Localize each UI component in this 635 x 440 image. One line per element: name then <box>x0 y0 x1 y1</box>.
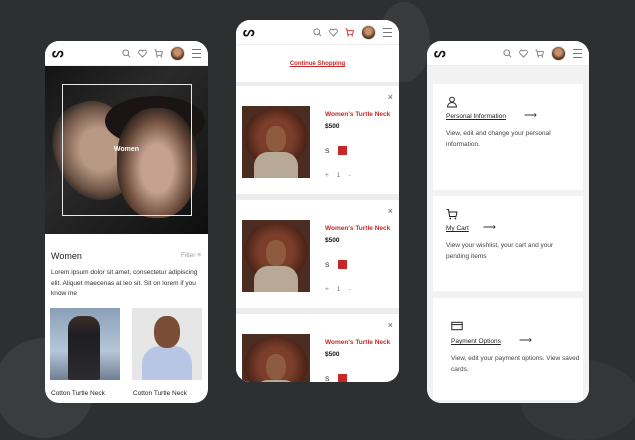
product-image[interactable] <box>242 334 310 382</box>
top-bar: ᔕ <box>45 41 208 66</box>
product-price: $500 <box>325 123 340 130</box>
logo[interactable]: ᔕ <box>52 45 64 61</box>
plus-button[interactable]: + <box>325 172 337 179</box>
close-icon[interactable]: × <box>388 92 393 102</box>
close-icon[interactable]: × <box>388 320 393 330</box>
cart-item: Women's Turtle Neck $500 S +1- × <box>236 86 399 194</box>
product-image[interactable] <box>242 106 310 178</box>
search-icon[interactable] <box>503 48 512 58</box>
top-bar: ᔕ <box>236 20 399 45</box>
product-image[interactable] <box>132 308 202 380</box>
account-card-cart[interactable]: My Cart ⟶ View your wishlist, your cart … <box>433 196 583 291</box>
avatar[interactable] <box>170 45 185 61</box>
size-label: S <box>325 148 330 155</box>
card-description: View, edit and change your personal info… <box>446 130 551 148</box>
phone-category-screen: ᔕ Women Women Filter ≡ Lorem ipsum dolor… <box>45 41 208 403</box>
avatar[interactable] <box>551 45 566 61</box>
heart-icon[interactable] <box>519 49 528 58</box>
color-swatch[interactable] <box>338 146 347 155</box>
account-card-personal[interactable]: Personal Information ⟶ View, edit and ch… <box>433 84 583 190</box>
product-price: $500 <box>325 351 340 358</box>
product-name[interactable]: Cotton Turtle Neck <box>51 390 105 397</box>
product-name[interactable]: Women's Turtle Neck <box>325 111 390 118</box>
close-icon[interactable]: × <box>388 206 393 216</box>
quantity-value: 1 <box>336 286 349 293</box>
user-icon <box>446 96 458 108</box>
arrow-right-icon[interactable]: ⟶ <box>519 335 532 346</box>
product-price: $500 <box>325 237 340 244</box>
menu-icon[interactable] <box>383 27 392 37</box>
account-card-payment[interactable]: Payment Options ⟶ View, edit your paymen… <box>433 298 583 400</box>
cart-list: Women's Turtle Neck $500 S +1- × Women's… <box>236 82 399 382</box>
product-image[interactable] <box>50 308 120 380</box>
search-icon[interactable] <box>313 27 322 37</box>
product-name[interactable]: Women's Turtle Neck <box>325 339 390 346</box>
filter-button[interactable]: Filter ≡ <box>181 252 201 259</box>
card-title[interactable]: My Cart <box>446 225 469 232</box>
search-icon[interactable] <box>122 48 131 58</box>
card-icon <box>451 321 463 331</box>
logo[interactable]: ᔕ <box>243 24 255 40</box>
avatar[interactable] <box>361 24 376 40</box>
color-swatch[interactable] <box>338 374 347 382</box>
filter-icon: ≡ <box>197 252 201 259</box>
cart-item: Women's Turtle Neck $500 S × <box>236 314 399 382</box>
minus-button[interactable]: - <box>348 172 358 179</box>
section-description: Lorem ipsum dolor sit amet, consectetur … <box>51 269 198 297</box>
filter-label: Filter <box>180 252 196 259</box>
minus-button[interactable]: - <box>348 286 358 293</box>
color-swatch[interactable] <box>338 260 347 269</box>
menu-icon[interactable] <box>573 48 582 58</box>
product-name[interactable]: Cotton Turtle Neck <box>133 390 187 397</box>
phone-account-screen: ᔕ Personal Information ⟶ View, edit and … <box>427 41 589 403</box>
quantity-stepper[interactable]: +1- <box>325 286 359 293</box>
cart-item: Women's Turtle Neck $500 S +1- × <box>236 200 399 308</box>
heart-icon[interactable] <box>138 49 147 58</box>
cart-icon[interactable] <box>345 27 354 37</box>
cart-icon <box>446 209 458 220</box>
product-image[interactable] <box>242 220 310 292</box>
card-title[interactable]: Personal Information <box>446 113 506 120</box>
section-title: Women <box>51 251 82 261</box>
cart-icon[interactable] <box>535 48 544 58</box>
card-description: View, edit your payment options. View sa… <box>451 355 580 373</box>
top-bar: ᔕ <box>427 41 589 66</box>
menu-icon[interactable] <box>192 48 201 58</box>
phone-cart-screen: ᔕ Continue Shopping Women's Turtle Neck … <box>236 20 399 382</box>
card-description: View your wishlist, your cart and your p… <box>446 242 554 260</box>
size-label: S <box>325 262 330 269</box>
arrow-right-icon[interactable]: ⟶ <box>524 110 537 121</box>
hero-image[interactable]: Women <box>45 66 208 234</box>
arrow-right-icon[interactable]: ⟶ <box>483 222 496 233</box>
heart-icon[interactable] <box>329 28 338 37</box>
card-title[interactable]: Payment Options <box>451 338 501 345</box>
hero-label: Women <box>113 146 140 153</box>
plus-button[interactable]: + <box>325 286 337 293</box>
cart-icon[interactable] <box>154 48 163 58</box>
account-options: Personal Information ⟶ View, edit and ch… <box>427 66 589 403</box>
size-label: S <box>325 376 330 382</box>
quantity-stepper[interactable]: +1- <box>325 172 359 179</box>
logo[interactable]: ᔕ <box>434 45 446 61</box>
quantity-value: 1 <box>336 172 349 179</box>
continue-shopping-link[interactable]: Continue Shopping <box>236 61 399 67</box>
product-name[interactable]: Women's Turtle Neck <box>325 225 390 232</box>
